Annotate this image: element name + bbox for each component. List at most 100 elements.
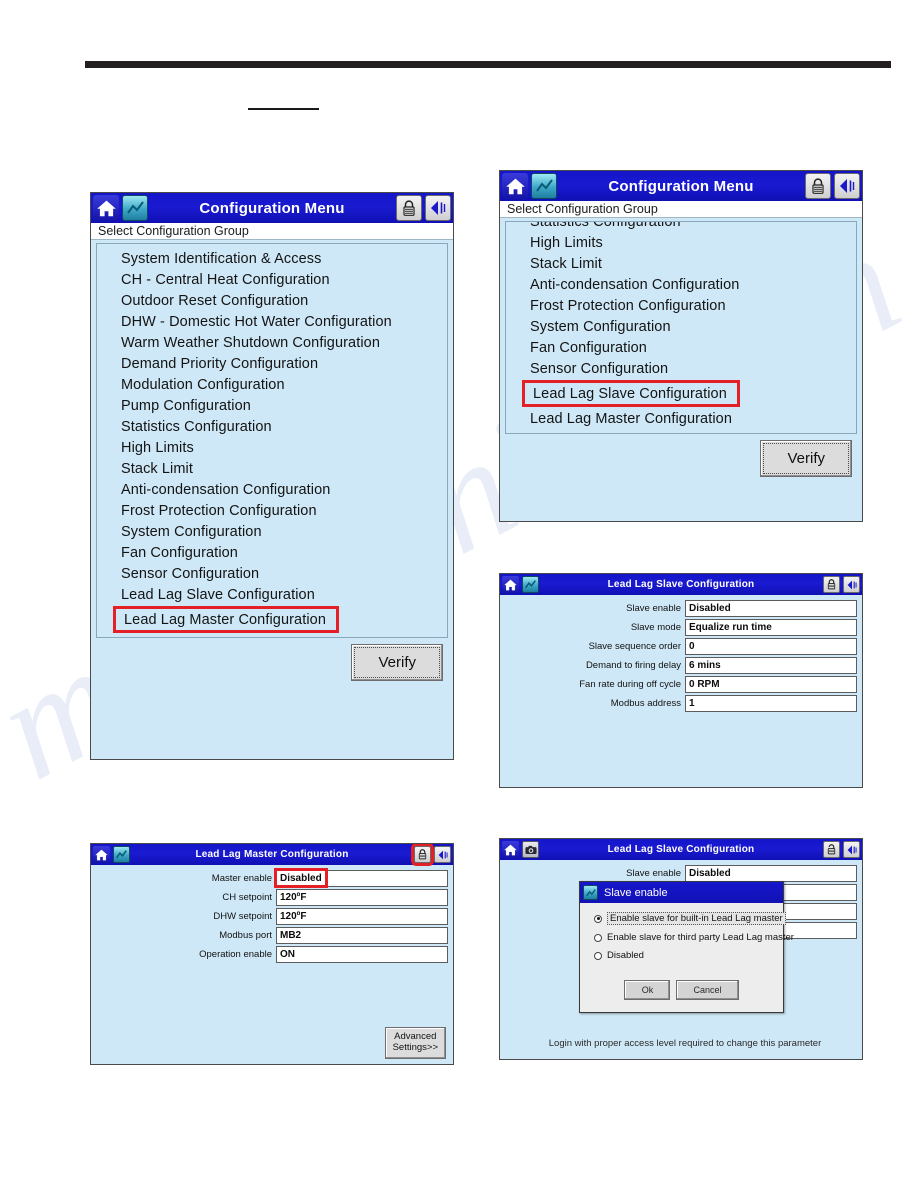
operation-enable-field[interactable]: ON — [276, 945, 448, 963]
lock-icon[interactable] — [805, 173, 831, 199]
parameter-form: Slave enable Disabled Slave mode Equaliz… — [500, 595, 862, 713]
list-item[interactable]: Statistics Configuration — [97, 416, 447, 437]
parameter-form: Master enable Disabled CH setpoint 120ºF… — [91, 865, 453, 964]
subheader: Select Configuration Group — [500, 201, 862, 218]
lock-icon[interactable] — [823, 576, 840, 593]
list-item[interactable]: Stack Limit — [97, 458, 447, 479]
slave-sequence-order-field[interactable]: 0 — [685, 637, 857, 655]
lock-open-icon[interactable] — [823, 841, 840, 858]
field-label: DHW setpoint — [213, 910, 272, 922]
radio-button[interactable] — [594, 951, 602, 960]
panel-footer: Verify — [91, 638, 453, 689]
field-label: Slave mode — [630, 621, 681, 633]
panel-configuration-menu-1: Configuration Menu Select Configuration … — [90, 192, 454, 760]
form-row: Slave mode Equalize run time — [502, 618, 860, 637]
graph-icon[interactable] — [122, 195, 148, 221]
list-item-label: Statistics Configuration — [506, 222, 856, 232]
list-item[interactable]: High Limits — [506, 232, 856, 253]
modbus-address-field[interactable]: 1 — [685, 694, 857, 712]
panel-configuration-menu-2: Configuration Menu Select Configuration … — [499, 170, 863, 522]
form-row: Demand to firing delay 6 mins — [502, 656, 860, 675]
panel-lead-lag-slave-configuration-dialog: Lead Lag Slave Configuration Slave enabl… — [499, 838, 863, 1060]
list-item-lead-lag-master-configuration[interactable]: Lead Lag Master Configuration — [113, 606, 339, 633]
list-item[interactable]: Stack Limit — [506, 253, 856, 274]
titlebar: Configuration Menu — [500, 171, 862, 201]
list-item[interactable]: Sensor Configuration — [97, 563, 447, 584]
list-item[interactable]: Warm Weather Shutdown Configuration — [97, 332, 447, 353]
list-item[interactable]: System Configuration — [506, 316, 856, 337]
radio-button[interactable] — [594, 933, 602, 942]
list-item-clipped[interactable]: Statistics Configuration — [506, 222, 856, 232]
slave-enable-field[interactable]: Disabled — [685, 599, 857, 617]
form-row: Master enable Disabled — [93, 868, 451, 888]
list-item[interactable]: Anti-condensation Configuration — [506, 274, 856, 295]
camera-icon[interactable] — [522, 841, 539, 858]
list-item-lead-lag-slave-configuration[interactable]: Lead Lag Slave Configuration — [522, 380, 740, 407]
list-item[interactable]: CH - Central Heat Configuration — [97, 269, 447, 290]
list-item[interactable]: System Configuration — [97, 521, 447, 542]
list-item[interactable]: Outdoor Reset Configuration — [97, 290, 447, 311]
list-item[interactable]: Sensor Configuration — [506, 358, 856, 379]
slave-mode-field[interactable]: Equalize run time — [685, 618, 857, 636]
radio-option-third-party-master[interactable]: Enable slave for third party Lead Lag ma… — [594, 932, 794, 943]
back-arrow-icon[interactable] — [843, 576, 860, 593]
modbus-port-field[interactable]: MB2 — [276, 926, 448, 944]
slave-enable-field[interactable]: Disabled — [685, 864, 857, 882]
home-icon[interactable] — [93, 195, 119, 221]
verify-button[interactable]: Verify — [351, 644, 443, 681]
list-item[interactable]: System Identification & Access — [97, 248, 447, 269]
cancel-button[interactable]: Cancel — [676, 980, 739, 1000]
page-top-rule — [85, 61, 891, 68]
radio-button[interactable] — [594, 914, 602, 923]
lock-icon[interactable] — [411, 844, 434, 866]
demand-to-firing-delay-field[interactable]: 6 mins — [685, 656, 857, 674]
list-item[interactable]: Lead Lag Master Configuration — [506, 408, 856, 429]
back-arrow-icon[interactable] — [843, 841, 860, 858]
panel-lead-lag-slave-configuration: Lead Lag Slave Configuration Slave enabl… — [499, 573, 863, 788]
back-arrow-icon[interactable] — [434, 846, 451, 863]
home-icon[interactable] — [502, 173, 528, 199]
home-icon[interactable] — [93, 846, 110, 863]
graph-icon[interactable] — [113, 846, 130, 863]
subheader: Select Configuration Group — [91, 223, 453, 240]
list-item[interactable]: DHW - Domestic Hot Water Configuration — [97, 311, 447, 332]
verify-button[interactable]: Verify — [760, 440, 852, 477]
form-row: Modbus port MB2 — [93, 926, 451, 945]
back-arrow-icon[interactable] — [425, 195, 451, 221]
home-icon[interactable] — [502, 576, 519, 593]
login-note: Login with proper access level required … — [548, 1038, 822, 1050]
list-item[interactable]: Lead Lag Slave Configuration — [97, 584, 447, 605]
graph-icon[interactable] — [522, 576, 539, 593]
list-item[interactable]: Pump Configuration — [97, 395, 447, 416]
list-item[interactable]: Frost Protection Configuration — [506, 295, 856, 316]
panel-title: Lead Lag Slave Configuration — [607, 579, 755, 590]
form-row: Slave enable Disabled — [502, 864, 860, 883]
list-item[interactable]: Fan Configuration — [506, 337, 856, 358]
home-icon[interactable] — [502, 841, 519, 858]
master-enable-field[interactable]: Disabled — [276, 869, 448, 887]
radio-option-disabled[interactable]: Disabled — [594, 950, 783, 961]
list-item[interactable]: Demand Priority Configuration — [97, 353, 447, 374]
list-item[interactable]: High Limits — [97, 437, 447, 458]
dhw-setpoint-field[interactable]: 120ºF — [276, 907, 448, 925]
fan-rate-during-off-cycle-field[interactable]: 0 RPM — [685, 675, 857, 693]
form-row: Slave enable Disabled — [502, 599, 860, 618]
radio-option-built-in-master[interactable]: Enable slave for built-in Lead Lag maste… — [594, 912, 786, 925]
page-title-underline — [248, 108, 319, 110]
form-row: DHW setpoint 120ºF — [93, 907, 451, 926]
lock-icon[interactable] — [396, 195, 422, 221]
graph-icon[interactable] — [531, 173, 557, 199]
dialog-body: Enable slave for built-in Lead Lag maste… — [580, 903, 794, 1014]
dialog-buttons: Ok Cancel — [580, 968, 783, 1010]
back-arrow-icon[interactable] — [834, 173, 860, 199]
list-item[interactable]: Anti-condensation Configuration — [97, 479, 447, 500]
list-item[interactable]: Modulation Configuration — [97, 374, 447, 395]
field-label: Operation enable — [199, 948, 272, 960]
list-item[interactable]: Fan Configuration — [97, 542, 447, 563]
ch-setpoint-field[interactable]: 120ºF — [276, 888, 448, 906]
ok-button[interactable]: Ok — [624, 980, 671, 1000]
advanced-settings-button[interactable]: Advanced Settings>> — [384, 1027, 446, 1059]
field-label: CH setpoint — [222, 891, 272, 903]
list-item[interactable]: Frost Protection Configuration — [97, 500, 447, 521]
titlebar: Lead Lag Master Configuration — [91, 844, 453, 866]
